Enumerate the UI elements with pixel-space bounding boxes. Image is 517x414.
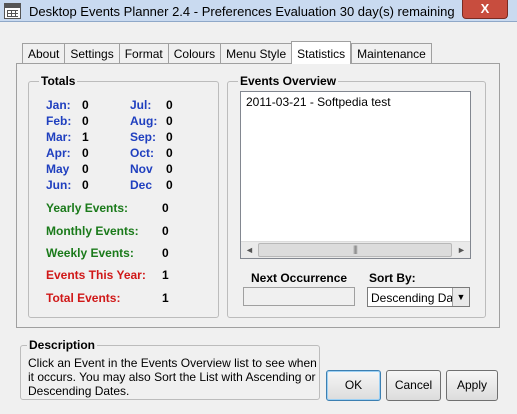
month-label-jul: Jul: xyxy=(130,98,152,112)
weekly-events-value: 0 xyxy=(162,246,169,260)
month-label-jun: Jun: xyxy=(46,178,72,192)
weekly-events-label: Weekly Events: xyxy=(46,246,134,260)
description-title: Description xyxy=(27,338,98,352)
events-list[interactable]: 2011-03-21 - Softpedia test ◄ ||| ► xyxy=(240,91,471,259)
chevron-down-icon[interactable]: ▼ xyxy=(452,288,469,306)
month-value-nov: 0 xyxy=(166,162,173,176)
scroll-thumb[interactable]: ||| xyxy=(258,243,452,257)
apply-button[interactable]: Apply xyxy=(446,370,498,401)
month-value-jun: 0 xyxy=(82,178,89,192)
events-overview-title: Events Overview xyxy=(238,74,339,88)
events-this-year-label: Events This Year: xyxy=(46,268,146,282)
total-events-label: Total Events: xyxy=(46,291,121,305)
cancel-button[interactable]: Cancel xyxy=(386,370,441,401)
tab-strip: About Settings Format Colours Menu Style… xyxy=(22,41,432,64)
month-value-aug: 0 xyxy=(166,114,173,128)
month-value-dec: 0 xyxy=(166,178,173,192)
month-label-jan: Jan: xyxy=(46,98,71,112)
month-value-mar: 1 xyxy=(82,130,89,144)
tab-statistics[interactable]: Statistics xyxy=(291,41,352,64)
month-value-oct: 0 xyxy=(166,146,173,160)
sort-by-select[interactable]: Descending Date ▼ xyxy=(367,287,470,307)
month-value-apr: 0 xyxy=(82,146,89,160)
month-label-sep: Sep: xyxy=(130,130,157,144)
month-label-nov: Nov xyxy=(130,162,153,176)
title-bar: Desktop Events Planner 2.4 - Preferences… xyxy=(0,0,517,22)
close-icon[interactable]: X xyxy=(462,0,508,19)
description-text: Click an Event in the Events Overview li… xyxy=(28,356,317,398)
month-label-apr: Apr: xyxy=(46,146,71,160)
month-label-may: May xyxy=(46,162,70,176)
tab-about[interactable]: About xyxy=(22,43,65,64)
sort-by-label: Sort By: xyxy=(369,271,416,285)
tab-settings[interactable]: Settings xyxy=(64,43,119,64)
tab-maintenance[interactable]: Maintenance xyxy=(351,43,432,64)
month-value-sep: 0 xyxy=(166,130,173,144)
sort-by-value: Descending Date xyxy=(371,291,464,305)
ok-button[interactable]: OK xyxy=(326,370,381,401)
month-label-dec: Dec xyxy=(130,178,153,192)
total-events-value: 1 xyxy=(162,291,169,305)
list-item[interactable]: 2011-03-21 - Softpedia test xyxy=(246,95,391,109)
next-occurrence-label: Next Occurrence xyxy=(251,271,348,285)
scroll-right-icon[interactable]: ► xyxy=(453,242,470,258)
month-label-aug: Aug: xyxy=(130,114,158,128)
month-value-feb: 0 xyxy=(82,114,89,128)
month-label-feb: Feb: xyxy=(46,114,72,128)
monthly-events-label: Monthly Events: xyxy=(46,224,139,238)
month-label-oct: Oct: xyxy=(130,146,154,160)
month-value-jan: 0 xyxy=(82,98,89,112)
month-label-mar: Mar: xyxy=(46,130,72,144)
scroll-left-icon[interactable]: ◄ xyxy=(241,242,258,258)
next-occurrence-field xyxy=(243,287,355,306)
yearly-events-value: 0 xyxy=(162,201,169,215)
tab-menu-style[interactable]: Menu Style xyxy=(220,43,292,64)
totals-title: Totals xyxy=(39,74,78,88)
yearly-events-label: Yearly Events: xyxy=(46,201,129,215)
tab-colours[interactable]: Colours xyxy=(167,43,221,64)
month-value-jul: 0 xyxy=(166,98,173,112)
month-value-may: 0 xyxy=(82,162,89,176)
monthly-events-value: 0 xyxy=(162,224,169,238)
tab-format[interactable]: Format xyxy=(118,43,168,64)
calendar-app-icon xyxy=(4,3,21,19)
window-title: Desktop Events Planner 2.4 - Preferences… xyxy=(29,4,455,19)
events-this-year-value: 1 xyxy=(162,268,169,282)
horizontal-scrollbar[interactable]: ◄ ||| ► xyxy=(241,241,470,258)
